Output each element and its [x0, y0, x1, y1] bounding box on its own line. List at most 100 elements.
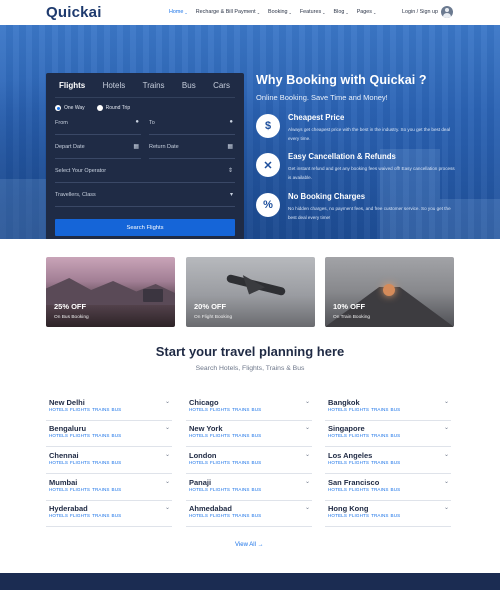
tag-link[interactable]: TRAINS [232, 407, 249, 412]
tag-link[interactable]: HOTELS [328, 460, 347, 465]
tag-link[interactable]: TRAINS [371, 433, 388, 438]
city-item[interactable]: Bangkok HOTELS FLIGHTS TRAINS BUS ⌄ [325, 396, 451, 421]
tag-link[interactable]: HOTELS [328, 407, 347, 412]
city-item[interactable]: Panaji HOTELS FLIGHTS TRAINS BUS ⌄ [186, 476, 312, 501]
tab-cars[interactable]: Cars [213, 81, 230, 90]
tag-link[interactable]: FLIGHTS [70, 460, 90, 465]
tag-link[interactable]: BUS [252, 487, 262, 492]
tag-link[interactable]: HOTELS [189, 487, 208, 492]
tag-link[interactable]: BUS [252, 433, 262, 438]
tag-link[interactable]: TRAINS [371, 513, 388, 518]
tag-link[interactable]: HOTELS [189, 433, 208, 438]
tag-link[interactable]: BUS [391, 460, 401, 465]
tag-link[interactable]: FLIGHTS [70, 433, 90, 438]
travellers-select[interactable]: Travellers, Class ▾ [55, 183, 235, 207]
tag-link[interactable]: FLIGHTS [210, 433, 230, 438]
city-item[interactable]: San Francisco HOTELS FLIGHTS TRAINS BUS ⌄ [325, 476, 451, 501]
tag-link[interactable]: HOTELS [189, 460, 208, 465]
city-item[interactable]: New Delhi HOTELS FLIGHTS TRAINS BUS ⌄ [46, 396, 172, 421]
view-all-link[interactable]: View All → [235, 542, 264, 548]
offer-card-bus[interactable]: 25% OFF On Bus Booking [46, 257, 175, 327]
tag-link[interactable]: HOTELS [49, 460, 68, 465]
tab-hotels[interactable]: Hotels [103, 81, 126, 90]
tag-link[interactable]: FLIGHTS [349, 460, 369, 465]
search-flights-button[interactable]: Search Flights [55, 219, 235, 236]
tag-link[interactable]: BUS [112, 460, 122, 465]
offer-card-train[interactable]: 10% OFF On Train Booking [325, 257, 454, 327]
return-date-field[interactable]: Return Date ▦ [149, 135, 235, 159]
tag-link[interactable]: BUS [391, 433, 401, 438]
tag-link[interactable]: FLIGHTS [349, 433, 369, 438]
tag-link[interactable]: BUS [112, 407, 122, 412]
tag-link[interactable]: FLIGHTS [70, 407, 90, 412]
depart-date-field[interactable]: Depart Date ▦ [55, 135, 141, 159]
tag-link[interactable]: HOTELS [328, 513, 347, 518]
tag-link[interactable]: TRAINS [232, 433, 249, 438]
nav-item-features[interactable]: Features ⌄ [300, 9, 326, 15]
from-field[interactable]: From ● [55, 111, 141, 135]
tag-link[interactable]: TRAINS [232, 487, 249, 492]
nav-item-home[interactable]: Home ⌄ [169, 9, 188, 15]
tag-link[interactable]: BUS [252, 513, 262, 518]
tag-link[interactable]: BUS [391, 407, 401, 412]
login-signup-link[interactable]: Login / Sign up [402, 9, 438, 15]
tab-bus[interactable]: Bus [182, 81, 196, 90]
city-item[interactable]: Chennai HOTELS FLIGHTS TRAINS BUS ⌄ [46, 449, 172, 474]
tag-link[interactable]: BUS [391, 513, 401, 518]
tag-link[interactable]: BUS [112, 433, 122, 438]
tag-link[interactable]: HOTELS [189, 407, 208, 412]
tag-link[interactable]: TRAINS [92, 433, 109, 438]
tag-link[interactable]: FLIGHTS [349, 513, 369, 518]
tag-link[interactable]: HOTELS [49, 513, 68, 518]
tag-link[interactable]: FLIGHTS [210, 487, 230, 492]
tag-link[interactable]: TRAINS [232, 513, 249, 518]
tag-link[interactable]: HOTELS [328, 433, 347, 438]
tag-link[interactable]: TRAINS [371, 407, 388, 412]
tag-link[interactable]: FLIGHTS [210, 460, 230, 465]
tag-link[interactable]: FLIGHTS [349, 487, 369, 492]
tag-link[interactable]: HOTELS [49, 433, 68, 438]
city-item[interactable]: New York HOTELS FLIGHTS TRAINS BUS ⌄ [186, 422, 312, 447]
tag-link[interactable]: TRAINS [92, 513, 109, 518]
to-field[interactable]: To ● [149, 111, 235, 135]
tag-link[interactable]: TRAINS [92, 487, 109, 492]
city-item[interactable]: Los Angeles HOTELS FLIGHTS TRAINS BUS ⌄ [325, 449, 451, 474]
offer-card-flight[interactable]: 20% OFF On Flight Booking [186, 257, 315, 327]
tag-link[interactable]: FLIGHTS [210, 513, 230, 518]
city-item[interactable]: Chicago HOTELS FLIGHTS TRAINS BUS ⌄ [186, 396, 312, 421]
tag-link[interactable]: HOTELS [328, 487, 347, 492]
tag-link[interactable]: BUS [252, 460, 262, 465]
nav-item-blog[interactable]: Blog ⌄ [334, 9, 349, 15]
tag-link[interactable]: HOTELS [189, 513, 208, 518]
nav-item-pages[interactable]: Pages ⌄ [357, 9, 377, 15]
operator-select[interactable]: Select Your Operator ⇕ [55, 159, 235, 183]
tag-link[interactable]: BUS [391, 487, 401, 492]
tag-link[interactable]: BUS [252, 407, 262, 412]
tag-link[interactable]: FLIGHTS [349, 407, 369, 412]
tag-link[interactable]: TRAINS [232, 460, 249, 465]
tag-link[interactable]: FLIGHTS [70, 513, 90, 518]
tag-link[interactable]: HOTELS [49, 407, 68, 412]
tag-link[interactable]: TRAINS [371, 460, 388, 465]
nav-item-recharge[interactable]: Recharge & Bill Payment ⌄ [196, 9, 260, 15]
tag-link[interactable]: TRAINS [92, 407, 109, 412]
nav-item-booking[interactable]: Booking ⌄ [268, 9, 292, 15]
city-item[interactable]: Hong Kong HOTELS FLIGHTS TRAINS BUS ⌄ [325, 502, 451, 527]
city-item[interactable]: London HOTELS FLIGHTS TRAINS BUS ⌄ [186, 449, 312, 474]
tag-link[interactable]: BUS [112, 487, 122, 492]
tag-link[interactable]: HOTELS [49, 487, 68, 492]
city-item[interactable]: Ahmedabad HOTELS FLIGHTS TRAINS BUS ⌄ [186, 502, 312, 527]
tag-link[interactable]: BUS [112, 513, 122, 518]
city-item[interactable]: Singapore HOTELS FLIGHTS TRAINS BUS ⌄ [325, 422, 451, 447]
user-avatar-icon[interactable] [441, 6, 453, 18]
city-item[interactable]: Hyderabad HOTELS FLIGHTS TRAINS BUS ⌄ [46, 502, 172, 527]
tab-flights[interactable]: Flights [59, 81, 85, 90]
tag-link[interactable]: FLIGHTS [210, 407, 230, 412]
tab-trains[interactable]: Trains [143, 81, 165, 90]
city-item[interactable]: Bengaluru HOTELS FLIGHTS TRAINS BUS ⌄ [46, 422, 172, 447]
tag-link[interactable]: FLIGHTS [70, 487, 90, 492]
tag-link[interactable]: TRAINS [371, 487, 388, 492]
brand-logo[interactable]: Quickai [46, 4, 102, 21]
city-item[interactable]: Mumbai HOTELS FLIGHTS TRAINS BUS ⌄ [46, 476, 172, 501]
tag-link[interactable]: TRAINS [92, 460, 109, 465]
